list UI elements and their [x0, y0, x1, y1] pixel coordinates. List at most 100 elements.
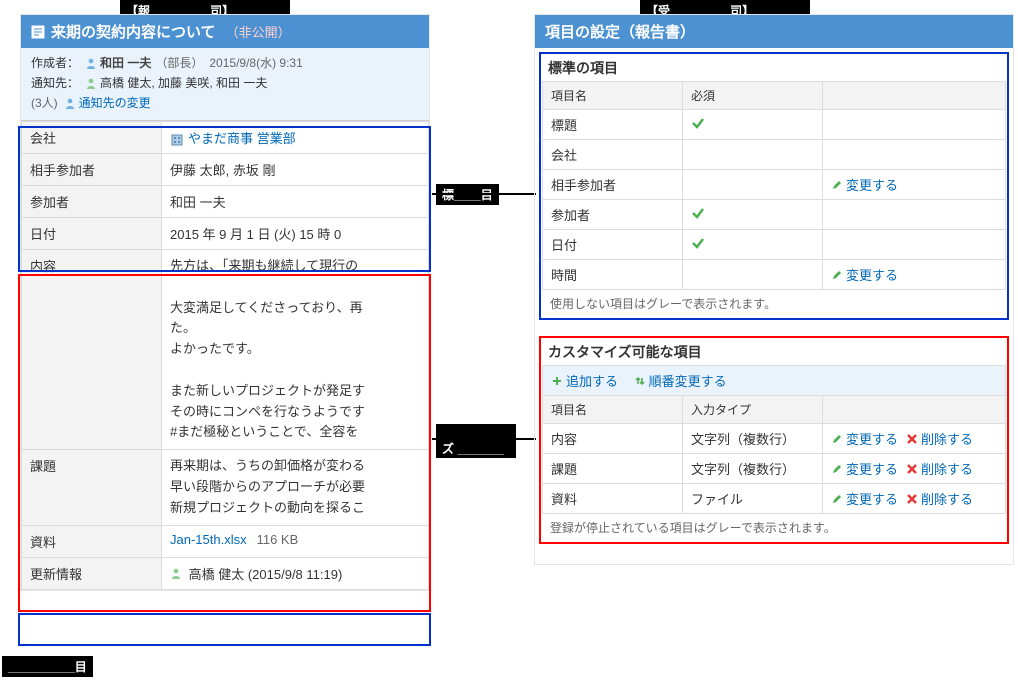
report-row-value: 高橋 健太 (2015/9/8 11:19) — [162, 557, 429, 589]
item-name: 資料 — [543, 484, 683, 514]
delete-link[interactable]: 削除する — [906, 489, 973, 508]
col-actions — [823, 82, 1006, 110]
report-row-value: Jan-15th.xlsx 116 KB — [162, 525, 429, 557]
report-row: 課題再来期は、うちの卸価格が変わる 早い段階からのアプローチが必要 新規プロジェ… — [22, 450, 429, 525]
item-actions — [823, 200, 1006, 230]
edit-link[interactable]: 変更する — [831, 489, 898, 508]
custom-note: 登録が停止されている項目はグレーで表示されます。 — [542, 514, 1006, 541]
standard-items-table: 項目名 必須 標題会社相手参加者変更する参加者日付時間変更する — [542, 81, 1006, 290]
report-icon — [31, 25, 45, 39]
creator-role: （部長） — [155, 54, 203, 71]
report-row-value: 再来期は、うちの卸価格が変わる 早い段階からのアプローチが必要 新規プロジェクト… — [162, 450, 429, 525]
item-required — [683, 110, 823, 140]
edit-link[interactable]: 変更する — [831, 265, 898, 284]
report-row-value: 和田 一夫 — [162, 186, 429, 218]
connector-line — [432, 193, 536, 195]
created-at: 2015/9/8(水) 9:31 — [209, 54, 302, 71]
col-name: 項目名 — [543, 82, 683, 110]
item-name: 相手参加者 — [543, 170, 683, 200]
edit-link[interactable]: 変更する — [831, 459, 898, 478]
item-type: 文字列（複数行） — [683, 454, 823, 484]
report-row-value: 伊藤 太郎, 赤坂 剛 — [162, 154, 429, 186]
custom-actions-bar: 追加する 順番変更する — [542, 365, 1006, 395]
person-icon — [170, 567, 182, 579]
item-name: 標題 — [543, 110, 683, 140]
obscured-label: __________ズ _______目 — [436, 424, 516, 458]
item-name: 日付 — [543, 230, 683, 260]
notify-people: 高橋 健太, 加藤 美咲, 和田 一夫 — [100, 74, 267, 91]
standard-note: 使用しない項目はグレーで表示されます。 — [542, 290, 1006, 317]
connector-line — [432, 438, 536, 440]
pencil-icon — [831, 179, 843, 191]
report-meta: 作成者： 和田 一夫 （部長） 2015/9/8(水) 9:31 通知先： 高橋… — [21, 48, 429, 121]
add-item-button[interactable]: 追加する — [551, 371, 618, 390]
x-icon — [906, 463, 918, 475]
standard-items-box: 標準の項目 項目名 必須 標題会社相手参加者変更する参加者日付時間変更する 使用… — [539, 52, 1009, 320]
item-actions — [823, 140, 1006, 170]
custom-items-table: 項目名 入力タイプ 内容文字列（複数行）変更する削除する課題文字列（複数行）変更… — [542, 395, 1006, 514]
pencil-icon — [831, 463, 843, 475]
report-row: 日付2015 年 9 月 1 日 (火) 15 時 0 — [22, 218, 429, 250]
report-row: 更新情報 高橋 健太 (2015/9/8 11:19) — [22, 557, 429, 589]
check-icon — [691, 116, 705, 130]
standard-row: 時間変更する — [543, 260, 1006, 290]
report-row: 参加者和田 一夫 — [22, 186, 429, 218]
multiline-text: 先方は、「来期も継続して現行の 大変満足してくださっており、再 た。 よかったで… — [170, 256, 420, 443]
col-name: 項目名 — [543, 396, 683, 424]
item-required — [683, 140, 823, 170]
plus-icon — [551, 375, 563, 387]
item-actions: 変更する — [823, 170, 1006, 200]
file-size: 116 KB — [257, 532, 299, 547]
report-table: 会社 やまだ商事 営業部相手参加者伊藤 太郎, 赤坂 剛参加者和田 一夫日付201… — [21, 121, 429, 590]
updater-text: 高橋 健太 (2015/9/8 11:19) — [189, 567, 343, 582]
report-row-value: やまだ商事 営業部 — [162, 122, 429, 154]
report-row-label: 内容 — [22, 250, 162, 450]
file-link[interactable]: Jan-15th.xlsx — [170, 532, 247, 547]
standard-row: 相手参加者 変更する — [543, 170, 1006, 200]
col-type: 入力タイプ — [683, 396, 823, 424]
report-row: 相手参加者伊藤 太郎, 赤坂 剛 — [22, 154, 429, 186]
report-row-label: 日付 — [22, 218, 162, 250]
item-type: 文字列（複数行） — [683, 424, 823, 454]
edit-link[interactable]: 変更する — [831, 429, 898, 448]
report-row-label: 資料 — [22, 525, 162, 557]
standard-row: 標題 — [543, 110, 1006, 140]
building-icon — [170, 133, 184, 147]
x-icon — [906, 433, 918, 445]
pencil-icon — [831, 493, 843, 505]
delete-link[interactable]: 削除する — [906, 429, 973, 448]
report-row-label: 会社 — [22, 122, 162, 154]
settings-panel: 項目の設定（報告書） 標準の項目 項目名 必須 標題会社相手参加者変更する参加者… — [534, 14, 1014, 565]
custom-row: 課題文字列（複数行）変更する削除する — [543, 454, 1006, 484]
delete-link[interactable]: 削除する — [906, 459, 973, 478]
report-row-label: 更新情報 — [22, 557, 162, 589]
report-title: 来期の契約内容について — [51, 21, 216, 42]
item-actions — [823, 110, 1006, 140]
item-required — [683, 170, 823, 200]
company-link[interactable]: やまだ商事 営業部 — [188, 131, 296, 146]
check-icon — [691, 206, 705, 220]
report-row-label: 相手参加者 — [22, 154, 162, 186]
change-notify-link[interactable]: 通知先の変更 — [79, 94, 151, 111]
person-icon — [85, 57, 97, 69]
report-row: 会社 やまだ商事 営業部 — [22, 122, 429, 154]
standard-row: 日付 — [543, 230, 1006, 260]
item-type: ファイル — [683, 484, 823, 514]
report-row-value: 先方は、「来期も継続して現行の 大変満足してくださっており、再 た。 よかったで… — [162, 250, 429, 450]
item-actions: 変更する削除する — [823, 454, 1006, 484]
report-row-label: 参加者 — [22, 186, 162, 218]
notify-count: (3人) — [31, 94, 58, 111]
check-icon — [691, 236, 705, 250]
custom-items-title: カスタマイズ可能な項目 — [542, 339, 1006, 365]
reorder-button[interactable]: 順番変更する — [634, 371, 727, 390]
person-icon — [85, 77, 97, 89]
obscured-label: __________目 — [2, 656, 93, 677]
item-name: 参加者 — [543, 200, 683, 230]
custom-row: 内容文字列（複数行）変更する削除する — [543, 424, 1006, 454]
custom-row: 資料ファイル変更する削除する — [543, 484, 1006, 514]
add-item-label: 追加する — [566, 371, 618, 390]
item-required — [683, 200, 823, 230]
edit-link[interactable]: 変更する — [831, 175, 898, 194]
col-actions — [823, 396, 1006, 424]
pencil-icon — [831, 433, 843, 445]
